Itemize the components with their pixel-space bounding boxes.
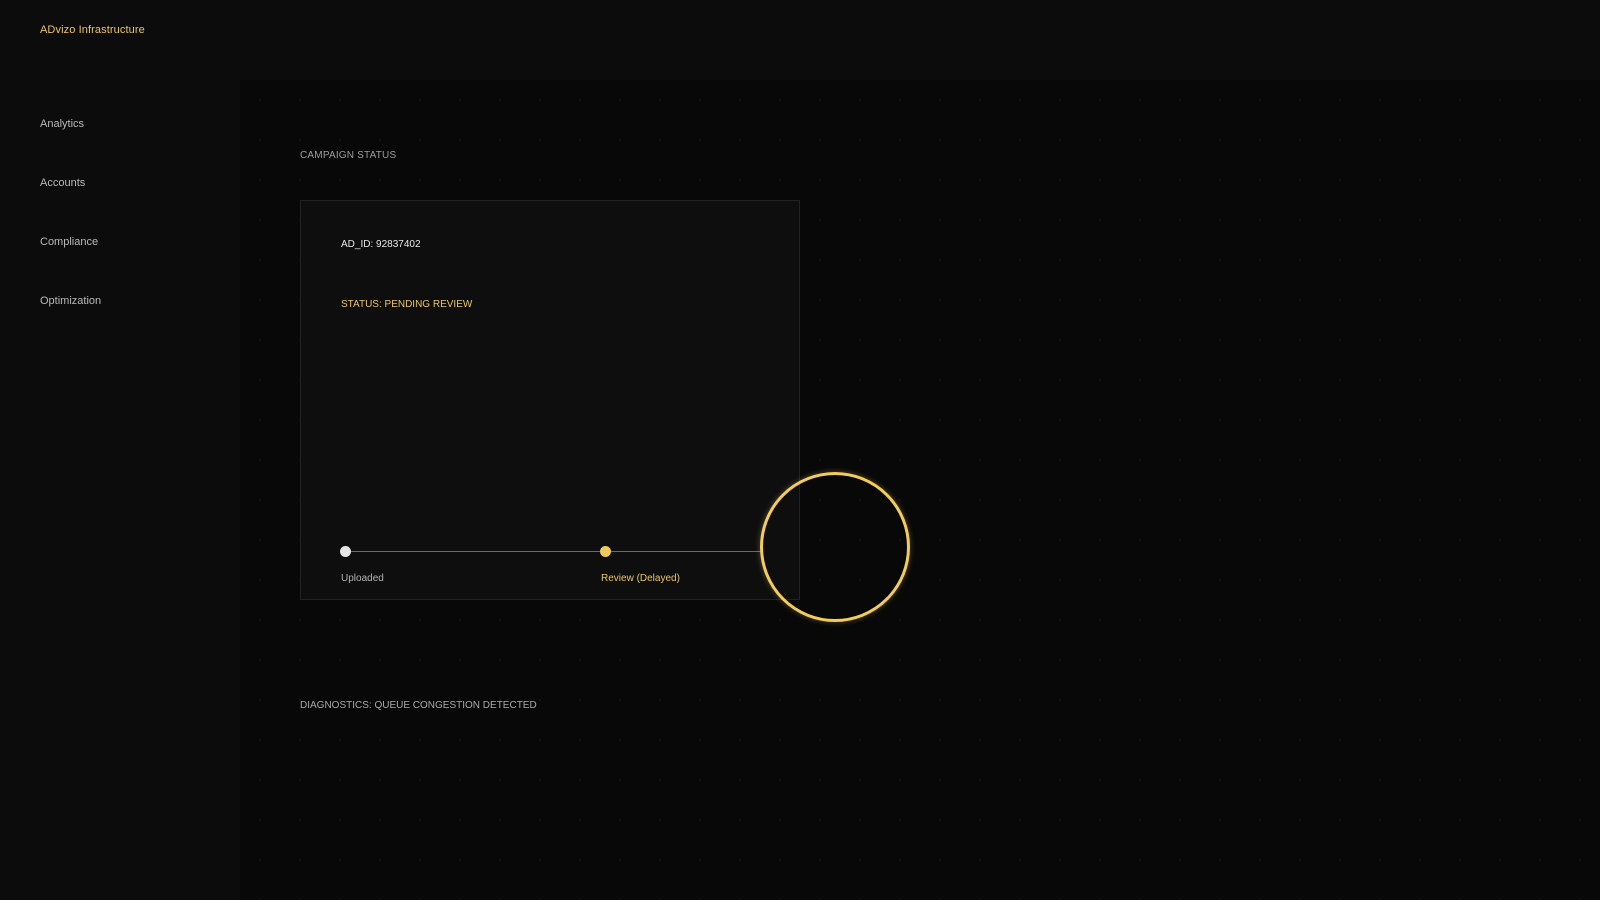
main-panel: CAMPAIGN STATUS AD_ID: 92837402 STATUS: … <box>240 80 1600 900</box>
section-title-campaign-status: CAMPAIGN STATUS <box>300 150 397 161</box>
sidebar: Analytics Accounts Compliance Optimizati… <box>0 80 240 900</box>
progress-track <box>351 551 761 552</box>
highlight-ring[interactable] <box>760 472 910 622</box>
ad-id-label: AD_ID: 92837402 <box>341 239 421 250</box>
app-root: ADvizo Infrastructure Analytics Accounts… <box>0 0 1600 900</box>
step-review-dot <box>600 546 611 557</box>
sidebar-item-optimization[interactable]: Optimization <box>40 295 101 307</box>
brand-title: ADvizo Infrastructure <box>40 24 145 36</box>
diagnostics-message: DIAGNOSTICS: QUEUE CONGESTION DETECTED <box>300 700 537 711</box>
sidebar-item-analytics[interactable]: Analytics <box>40 118 84 130</box>
sidebar-item-compliance[interactable]: Compliance <box>40 236 98 248</box>
step-uploaded-label: Uploaded <box>341 573 384 584</box>
step-review-label: Review (Delayed) <box>601 573 680 584</box>
status-badge: STATUS: PENDING REVIEW <box>341 299 473 310</box>
campaign-status-card: AD_ID: 92837402 STATUS: PENDING REVIEW U… <box>300 200 910 622</box>
sidebar-item-accounts[interactable]: Accounts <box>40 177 85 189</box>
step-uploaded-dot <box>340 546 351 557</box>
